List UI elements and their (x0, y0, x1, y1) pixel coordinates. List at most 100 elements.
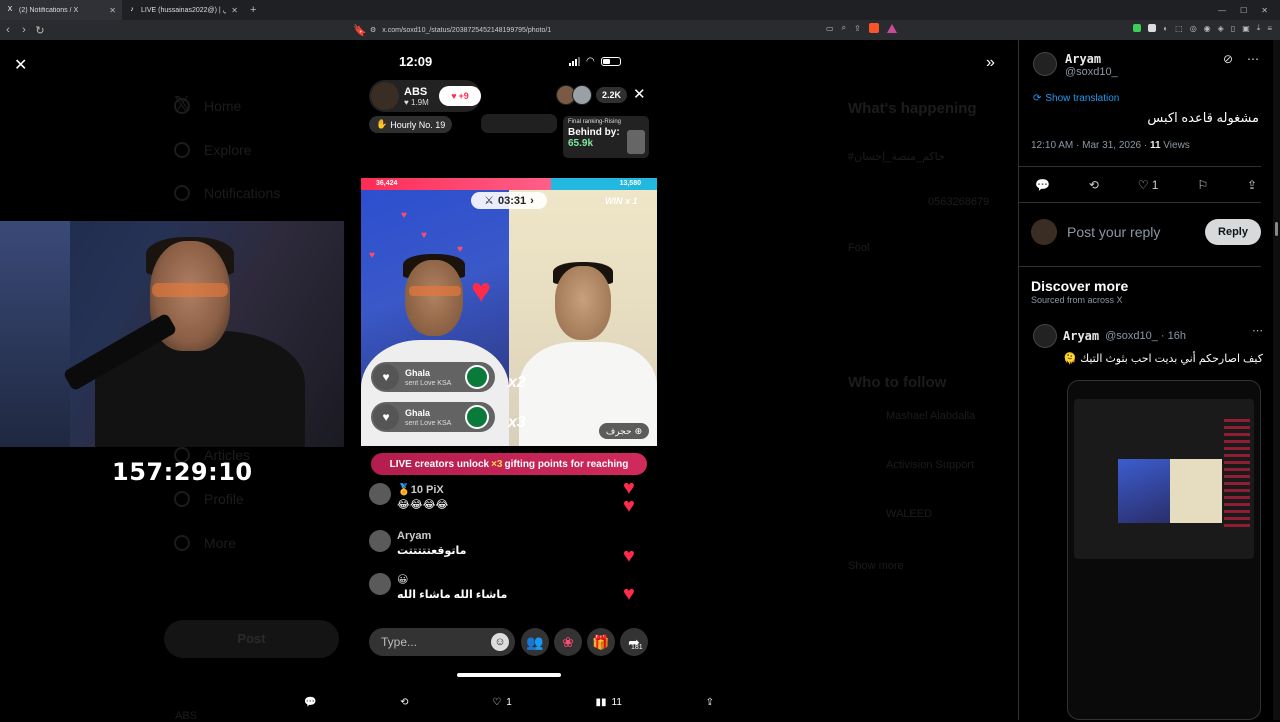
close-tab-icon[interactable]: ✕ (109, 6, 116, 15)
comment-input[interactable]: Type... ☺ (369, 628, 515, 656)
commenter-avatar[interactable] (369, 530, 391, 552)
share-button[interactable]: ➦ (620, 628, 648, 656)
reply-icon[interactable]: 💬 (1035, 178, 1050, 192)
zoom-icon[interactable]: ⌕ (842, 23, 846, 33)
guests-button[interactable]: 👥 (521, 628, 549, 656)
tweet-timestamp[interactable]: 12:10 AM · Mar 31, 2026 · (1031, 140, 1150, 151)
reply-input[interactable]: Post your reply (1067, 224, 1195, 240)
author-handle[interactable]: @soxd10_ · 16h (1105, 330, 1186, 342)
nav-label: More (204, 535, 236, 551)
extension-icon[interactable] (1133, 24, 1142, 32)
host-name: ABS (404, 85, 428, 98)
extension-icon[interactable]: ⬚ (1175, 24, 1183, 33)
post-button: Post (164, 620, 339, 658)
viewer-count: 2.2K (596, 87, 628, 103)
cast-icon[interactable]: ▭ (826, 24, 834, 33)
floating-heart-icon: ♥ (623, 495, 635, 517)
tab-tiktok-live[interactable]: ♪ LIVE (hussainas2022@) | حسين البارقي ✕ (122, 0, 244, 20)
author-handle[interactable]: @soxd10_ (1065, 66, 1118, 78)
author-avatar[interactable] (1033, 52, 1057, 76)
wallet-icon[interactable]: ▣ (1242, 24, 1250, 33)
close-tab-icon[interactable]: ✕ (231, 6, 238, 15)
site-info-icon[interactable]: ⚙ (370, 26, 376, 34)
share-icon[interactable]: ⇪ (854, 24, 861, 33)
sidebar-icon[interactable]: ▯ (1231, 24, 1235, 33)
follow-suggestion: Activision Support (886, 459, 975, 471)
trend-item: 0563268679 (928, 196, 990, 208)
commenter-avatar[interactable] (369, 573, 391, 595)
viewers-group[interactable]: 2.2K (556, 85, 628, 105)
author-avatar[interactable] (1033, 324, 1057, 348)
rose-gift-button[interactable]: ❀ (554, 628, 582, 656)
score-right: 13,580 (551, 178, 657, 190)
discover-more-heading: Discover more (1031, 278, 1129, 294)
forward-icon[interactable]: › (16, 24, 32, 36)
download-icon[interactable]: ⤓ (1257, 23, 1261, 33)
like-button[interactable]: ♡ 1 (492, 697, 512, 708)
scrollbar-thumb[interactable] (1275, 222, 1278, 236)
grok-icon[interactable]: ⊘ (1223, 52, 1233, 66)
battle-timer[interactable]: ⚔ 03:31 › (471, 192, 547, 209)
divider (1019, 166, 1261, 167)
reply-button[interactable]: Reply (1205, 219, 1261, 245)
commenter-avatar[interactable] (369, 483, 391, 505)
comment-item: 🏅10 PiX 😂😂😂😂 (369, 483, 448, 511)
hourly-rank-pill[interactable]: ✋ Hourly No. 19 (369, 116, 453, 133)
new-tab-button[interactable]: + (244, 4, 262, 16)
scrollbar[interactable] (1273, 40, 1280, 720)
extension-icon[interactable]: ◉ (1204, 24, 1211, 33)
follow-guest-button[interactable]: حجرف ⊕ (599, 423, 649, 439)
share-count: 181 (631, 644, 643, 651)
brave-shields-icon[interactable] (868, 23, 879, 33)
whats-happening-heading: What's happening (848, 100, 977, 117)
brave-rewards-icon[interactable] (886, 23, 897, 33)
menu-icon[interactable]: ≡ (1267, 24, 1272, 33)
ranking-card[interactable]: Final ranking-Rising Behind by: 65.9k (563, 116, 649, 158)
discover-post-media[interactable] (1067, 380, 1261, 720)
discover-more-subtitle: Sourced from across X (1031, 295, 1123, 305)
webcam-background (0, 221, 70, 447)
tab-notifications[interactable]: X (2) Notifications / X ✕ (0, 0, 122, 20)
window-controls: — ☐ ✕ (1218, 0, 1280, 20)
live-close-icon[interactable]: ✕ (633, 85, 646, 103)
like-count: 1 (1151, 178, 1159, 192)
battle-timer-text: 03:31 (498, 194, 527, 207)
battle-icon: ⚔ (484, 195, 495, 207)
extension-icon[interactable]: ◐ (1163, 24, 1168, 33)
show-translation-link[interactable]: ⟳ Show translation (1033, 93, 1119, 104)
gift-button[interactable]: 🎁 (587, 628, 615, 656)
repost-button[interactable]: ⟲ (400, 697, 408, 708)
minimize-icon[interactable]: — (1218, 6, 1226, 15)
close-window-icon[interactable]: ✕ (1261, 6, 1268, 15)
floating-heart-icon: ♥ (623, 545, 635, 567)
bookmark-icon[interactable]: 🔖 (352, 24, 368, 37)
show-more-link: Show more (848, 560, 904, 572)
tab-title: (2) Notifications / X (19, 6, 79, 14)
tweet-views-label: Views (1160, 140, 1190, 151)
author-name[interactable]: Aryam (1065, 52, 1118, 66)
extension-icon[interactable] (1148, 24, 1157, 32)
share-post-button[interactable]: ⇪ (706, 697, 714, 708)
maximize-icon[interactable]: ☐ (1240, 6, 1247, 15)
extension-icon[interactable]: ◈ (1218, 24, 1224, 33)
discover-post[interactable]: Aryam @soxd10_ · 16h ⋯ كيف اصارحكم أني ب… (1033, 324, 1263, 365)
bookmark-icon[interactable]: ⚐ (1197, 178, 1208, 192)
reload-icon[interactable]: ↻ (32, 24, 48, 37)
comment-text: ماتوقعتتتتتت (397, 545, 467, 557)
collapse-panel-icon[interactable]: » (986, 54, 995, 72)
back-icon[interactable]: ‹ (0, 24, 16, 36)
views-button[interactable]: ▮▮ 11 (595, 697, 621, 708)
reply-button[interactable]: 💬 (304, 697, 316, 708)
promo-banner[interactable]: LIVE creators unlock ×3 gifting points f… (371, 453, 647, 475)
repost-icon[interactable]: ⟲ (1089, 178, 1099, 192)
author-name[interactable]: Aryam (1063, 329, 1099, 343)
like-button[interactable]: ♡ 1 (1138, 178, 1159, 192)
extension-icon[interactable]: ◎ (1190, 24, 1197, 33)
phone-status-icons: ◠ (569, 56, 621, 67)
more-options-icon[interactable]: ⋯ (1247, 52, 1259, 66)
close-viewer-icon[interactable]: ✕ (14, 55, 27, 75)
emoji-icon[interactable]: ☺ (491, 633, 509, 651)
share-icon[interactable]: ⇪ (1247, 178, 1257, 192)
like-pill[interactable]: ♥ +9 (439, 86, 481, 106)
more-options-icon[interactable]: ⋯ (1252, 324, 1263, 337)
